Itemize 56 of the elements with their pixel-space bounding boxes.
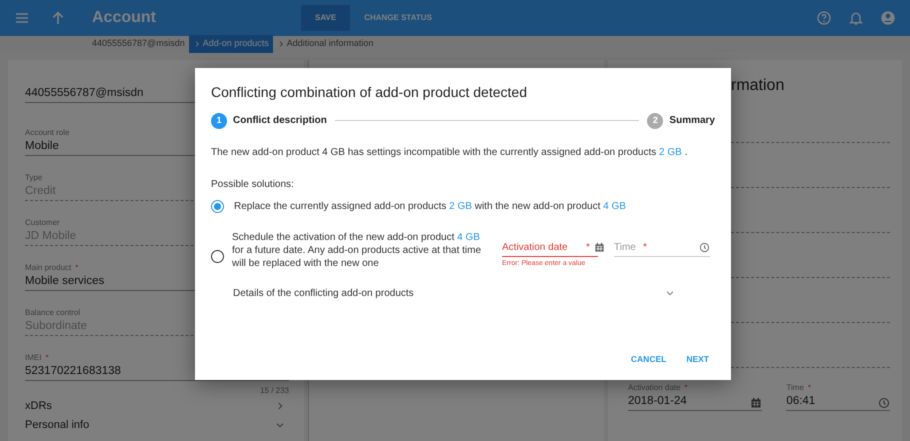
required-mark: * (684, 382, 688, 394)
required-mark: * (75, 262, 78, 274)
required-mark: * (45, 352, 49, 364)
page-title: Account (92, 8, 156, 28)
input-field[interactable]: Time (614, 240, 640, 256)
account-icon[interactable] (880, 10, 896, 26)
step-label: Summary (669, 114, 715, 128)
form-field[interactable]: Time * 06:41 (786, 382, 890, 411)
option-text: Replace the currently assigned add-on products 2 GB with the new add-on product 4 GB (234, 200, 626, 213)
field-label: Customer (25, 216, 60, 229)
toolbar-button[interactable]: CHANGE STATUS (350, 5, 446, 31)
clock-icon[interactable] (878, 396, 890, 409)
required-mark: * (586, 241, 590, 256)
help-icon[interactable] (816, 10, 832, 26)
field-value: 06:41 (786, 394, 816, 409)
field-label: Main product (25, 262, 72, 274)
product-link[interactable]: 4 GB (603, 200, 626, 212)
input-field[interactable]: Activation date (502, 240, 583, 256)
calendar-icon[interactable] (750, 396, 762, 409)
up-arrow-icon[interactable] (50, 10, 66, 26)
calendar-icon[interactable] (594, 242, 605, 254)
field-label: IMEI (25, 352, 42, 364)
product-link[interactable]: 4 GB (457, 232, 480, 243)
radio-button[interactable] (211, 250, 224, 264)
product-link[interactable]: 2 GB (449, 200, 472, 212)
required-mark: * (643, 241, 647, 256)
field-label: Account role (25, 126, 70, 139)
radio-button[interactable] (211, 200, 224, 213)
breadcrumb-link[interactable]: Additional information (272, 35, 378, 53)
field-label: Type (25, 172, 42, 184)
field-value: 44055556787@msisdn (25, 86, 144, 101)
field-value: Mobile (25, 138, 59, 154)
character-counter: 15 / 233 (259, 384, 289, 397)
field-label: Activation date (628, 382, 680, 394)
field-value: 523170221683138 (25, 364, 121, 379)
field-value: Mobile services (25, 274, 104, 289)
section-label: Possible solutions: (211, 178, 295, 192)
product-link[interactable]: 2 GB (659, 146, 682, 158)
section-header[interactable]: xDRs (25, 396, 289, 416)
field-label: Time (786, 382, 804, 394)
clock-icon[interactable] (699, 242, 710, 254)
required-mark: * (808, 382, 812, 394)
dialog-button[interactable]: CANCEL (624, 349, 672, 370)
breadcrumb-link[interactable]: 44055556787@msisdn (88, 35, 189, 53)
field-value: 2018-01-24 (628, 394, 687, 409)
form-field[interactable]: Activation date * 2018-01-24 (628, 382, 762, 411)
panel-title: rmation (731, 76, 786, 96)
step-number: 1 (211, 112, 227, 129)
bell-icon[interactable] (848, 10, 864, 26)
dialog-button[interactable]: NEXT (680, 349, 715, 370)
section-header[interactable]: Personal info (25, 416, 289, 436)
toolbar-button[interactable]: SAVE (301, 5, 350, 31)
field-label: Balance control (25, 306, 80, 319)
step-label: Conflict description (233, 114, 327, 128)
step-number: 2 (647, 112, 664, 129)
breadcrumb-link[interactable]: Add-on products (188, 35, 273, 53)
